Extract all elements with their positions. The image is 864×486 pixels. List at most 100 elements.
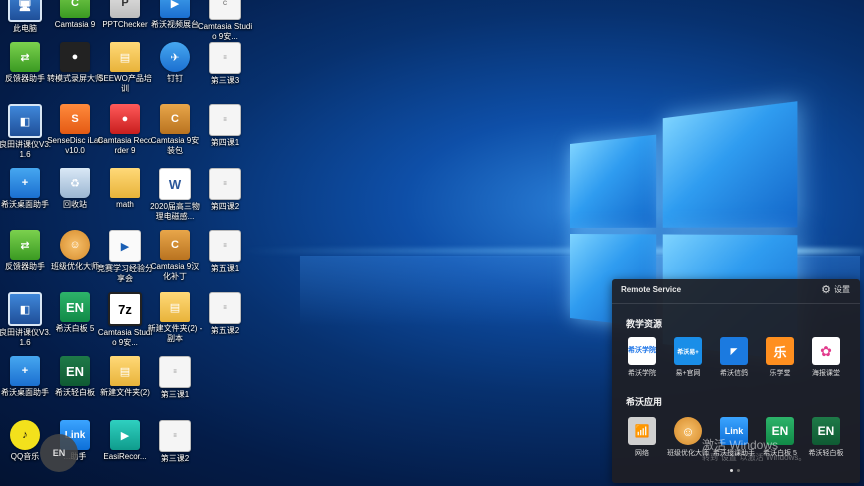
- desktop-icon-seewo-visualizer[interactable]: ▶ 希沃视频展台: [147, 0, 203, 30]
- recorder-icon: ●: [110, 104, 140, 134]
- desktop-icon-this-pc[interactable]: 🖥 此电脑: [0, 0, 53, 34]
- pigeon-icon: ◤: [720, 337, 748, 365]
- app-network[interactable]: 📶 网络: [619, 417, 665, 458]
- settings-label: 设置: [834, 285, 850, 294]
- panel-title: Remote Service: [621, 285, 682, 294]
- section-title-seewo-apps: 希沃应用: [626, 397, 663, 407]
- app-label: 海报课堂: [812, 370, 840, 377]
- document-camera-icon: ◧: [8, 104, 42, 138]
- page-dot-active[interactable]: [730, 469, 733, 472]
- desktop-icon-camtasia-patch[interactable]: C Camtasia 9汉化补丁: [147, 230, 203, 282]
- desktop-icon-liangtian-2[interactable]: ◧ 良田讲课仪V3.1.6: [0, 292, 53, 348]
- app-label: 易+官网: [675, 370, 701, 377]
- desktop-icon-feedback-assistant-2[interactable]: ⇄ 反馈器助手: [0, 230, 53, 272]
- app-seewo-light-whiteboard[interactable]: EN 希沃轻白板: [803, 417, 849, 458]
- desktop-icon-new-folder-2-copy[interactable]: ▤ 新建文件夹(2) - 副本: [147, 292, 203, 344]
- desktop-icon-lesson-3-2[interactable]: ≡ 第三课2: [147, 420, 203, 464]
- gear-icon: ⚙: [821, 284, 831, 296]
- monkey-icon: ☺: [674, 417, 702, 445]
- en-whiteboard-icon: EN: [812, 417, 840, 445]
- document-icon: C: [209, 0, 241, 20]
- desktop-icon-seewo-light-whiteboard[interactable]: EN 希沃轻白板: [47, 356, 103, 398]
- desktop-icon-label: Camtasia Studio 9安...: [197, 22, 253, 41]
- desktop-icon-label: 希沃视频展台: [151, 20, 199, 29]
- desktop-icon-label: 良田讲课仪V3.1.6: [0, 140, 51, 159]
- desktop-icon-dingtalk[interactable]: ✈ 钉钉: [147, 42, 203, 84]
- document-icon: ≡: [209, 104, 241, 136]
- document-icon: ≡: [209, 292, 241, 324]
- document-icon: ≡: [209, 42, 241, 74]
- desktop-icon-label: 反馈器助手: [5, 262, 45, 271]
- app-seewo-pigeon[interactable]: ◤ 希沃信鸽: [711, 337, 757, 378]
- desktop-icon-label: 班级优化大师: [51, 262, 99, 271]
- desktop-icon-class-optimizer[interactable]: ☺ 班级优化大师: [47, 230, 103, 272]
- desktop-icon-seewo-desktop-assistant-2[interactable]: + 希沃桌面助手: [0, 356, 53, 398]
- settings-button[interactable]: ⚙ 设置: [821, 283, 850, 296]
- desktop-icon-lesson-5-2[interactable]: ≡ 第五课2: [197, 292, 253, 336]
- page-dot[interactable]: [737, 469, 740, 472]
- desktop-icon-new-folder-2[interactable]: ▤ 新建文件夹(2): [97, 356, 153, 398]
- document-camera-icon: ◧: [8, 292, 42, 326]
- app-lexuetang[interactable]: 乐 乐学堂: [757, 337, 803, 378]
- desktop-icon-lesson-3-3[interactable]: ≡ 第三课3: [197, 42, 253, 86]
- desktop-icon-math[interactable]: math: [97, 168, 153, 210]
- video-camera-icon: ●: [60, 42, 90, 72]
- seewo-assistant-icon: +: [10, 356, 40, 386]
- desktop-icon-pptchecker[interactable]: P PPTChecker: [97, 0, 153, 30]
- desktop-icon-camtasia-9[interactable]: C Camtasia 9: [47, 0, 103, 30]
- feedback-assistant-icon: ⇄: [10, 230, 40, 260]
- desktop-icon-label: 希沃轻白板: [55, 388, 95, 397]
- monkey-icon: ☺: [60, 230, 90, 260]
- music-note-icon: ♪: [10, 420, 40, 450]
- desktop-icon-label: 第四课1: [210, 138, 240, 147]
- folder-icon: ▤: [160, 292, 190, 322]
- easi-plus-icon: 希沃易+: [674, 337, 702, 365]
- desktop-icon-label: 第五课2: [210, 326, 240, 335]
- folder-icon: ▤: [110, 356, 140, 386]
- desktop-icon-camtasia-studio-setup[interactable]: C Camtasia Studio 9安...: [197, 0, 253, 42]
- desktop-icon-label: 第三课1: [160, 390, 190, 399]
- feedback-assistant-icon: ⇄: [10, 42, 40, 72]
- desktop-icon-label: 此电脑: [13, 24, 37, 33]
- floating-en-button[interactable]: EN: [40, 434, 78, 472]
- desktop-icon-lesson-3-1[interactable]: ≡ 第三课1: [147, 356, 203, 400]
- app-poster-classroom[interactable]: ✿ 海报课堂: [803, 337, 849, 378]
- desktop-icon-lesson-4-2[interactable]: ≡ 第四课2: [197, 168, 253, 212]
- camtasia-icon: C: [60, 0, 90, 18]
- app-seewo-academy[interactable]: 希沃学院 希沃学院: [619, 337, 665, 378]
- desktop-icon-seewo-desktop-assistant[interactable]: + 希沃桌面助手: [0, 168, 53, 210]
- desktop-icon-lesson-5-1[interactable]: ≡ 第五课1: [197, 230, 253, 274]
- desktop-icon-label: SenseDisc iLab v10.0: [47, 136, 103, 155]
- desktop-icon-competition-video[interactable]: ▶ 竞赛学习经验分享会: [97, 230, 153, 284]
- desktop-icon-label: 第三课2: [160, 454, 190, 463]
- desktop-icon-sensedisc[interactable]: S SenseDisc iLab v10.0: [47, 104, 103, 156]
- desktop-icon-camtasia-installer[interactable]: C Camtasia 9安装包: [147, 104, 203, 156]
- seewo-academy-icon: 希沃学院: [628, 337, 656, 365]
- app-label: 希沃学院: [628, 370, 656, 377]
- desktop-icon-physics-doc[interactable]: W 2020届高三物理电磁感...: [147, 168, 203, 222]
- desktop-icon-feedback-assistant[interactable]: ⇄ 反馈器助手: [0, 42, 53, 84]
- desktop-icon-label: 反馈器助手: [5, 74, 45, 83]
- desktop-icon-label: Camtasia 9安装包: [150, 136, 200, 155]
- desktop-icon-label: EasiRecor...: [103, 452, 147, 461]
- en-whiteboard-icon: EN: [60, 356, 90, 386]
- desktop-icon-liangtian[interactable]: ◧ 良田讲课仪V3.1.6: [0, 104, 53, 160]
- app-easi-plus-website[interactable]: 希沃易+ 易+官网: [665, 337, 711, 378]
- app-label: 希沃信鸽: [720, 370, 748, 377]
- desktop-icon-label: 回收站: [63, 200, 87, 209]
- page-indicator[interactable]: [730, 469, 740, 472]
- desktop-icon-camtasia-studio-7z[interactable]: 7z Camtasia Studio 9安...: [97, 292, 153, 348]
- desktop-icon-recycle-bin[interactable]: ♻ 回收站: [47, 168, 103, 210]
- desktop-icon-seewo-whiteboard-5[interactable]: EN 希沃白板 5: [47, 292, 103, 334]
- desktop-icon-label: 转模式录屏大师: [47, 74, 103, 83]
- desktop-icon-label: 希沃桌面助手: [1, 200, 49, 209]
- desktop-icon-label: 新建文件夹(2) - 副本: [147, 324, 203, 343]
- desktop-icon-label: SEEWO产品培训: [98, 74, 152, 93]
- easirecorder-icon: ▶: [110, 420, 140, 450]
- desktop-icon-seewo-training[interactable]: ▤ SEEWO产品培训: [97, 42, 153, 94]
- desktop-icon-lesson-4-1[interactable]: ≡ 第四课1: [197, 104, 253, 148]
- desktop-icon-label: 新建文件夹(2): [100, 388, 150, 397]
- desktop-icon-easirecorder[interactable]: ▶ EasiRecor...: [97, 420, 153, 462]
- desktop-icon-screen-recorder[interactable]: ● 转模式录屏大师: [47, 42, 103, 84]
- desktop-icon-camtasia-recorder[interactable]: ● Camtasia Recorder 9: [97, 104, 153, 156]
